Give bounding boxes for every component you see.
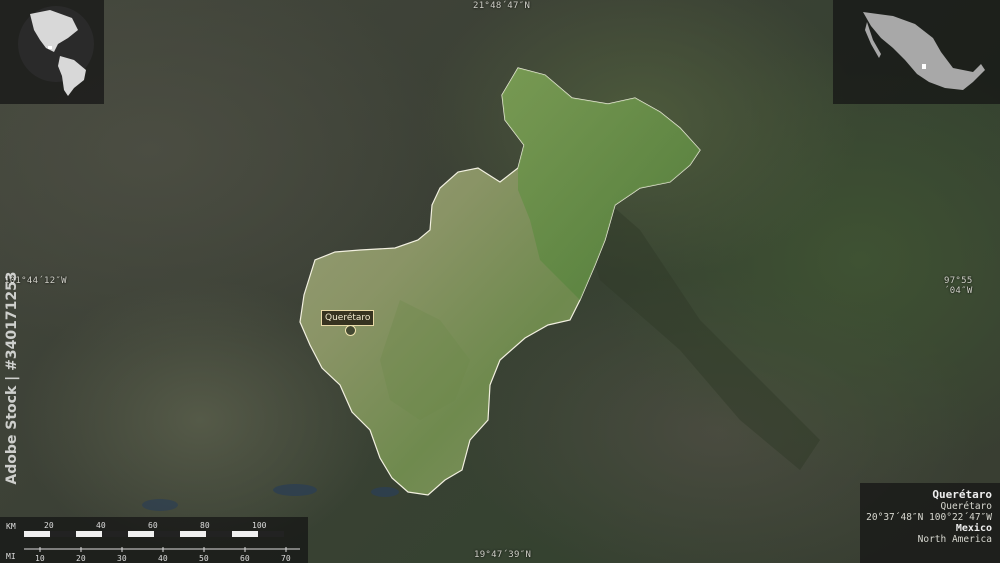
mi-tick-label: 30 xyxy=(117,554,127,563)
lake xyxy=(371,487,399,497)
km-tick-label: 20 xyxy=(44,521,54,530)
globe-americas-icon xyxy=(18,6,94,96)
bottom-latitude-label: 19°47´39″N xyxy=(474,550,532,560)
legend-panel: Querétaro Querétaro 20°37´48″N 100°22´47… xyxy=(860,483,1000,563)
legend-coordinates: 20°37´48″N 100°22´47″W xyxy=(866,512,992,523)
legend-country: Mexico xyxy=(955,523,992,534)
city-label-queretaro: Querétaro xyxy=(321,310,375,326)
top-latitude-label: 21°48´47″N xyxy=(473,1,531,11)
lake xyxy=(273,484,317,496)
mi-tick-label: 40 xyxy=(158,554,168,563)
mi-unit-label: MI xyxy=(6,552,16,561)
globe-inset xyxy=(0,0,104,104)
country-inset xyxy=(833,0,1000,104)
region-highlight-marker xyxy=(922,64,926,69)
scale-bar: KM 20 40 60 80 100 MI 10 20 30 40 50 60 70 xyxy=(0,517,308,563)
km-tick-label: 80 xyxy=(200,521,210,530)
lake xyxy=(142,499,178,511)
mi-tick-label: 50 xyxy=(199,554,209,563)
mexico-outline-icon xyxy=(863,12,985,90)
km-tick-label: 40 xyxy=(96,521,106,530)
mi-tick-label: 60 xyxy=(240,554,250,563)
legend-subtitle: Querétaro xyxy=(940,501,992,512)
km-bar xyxy=(24,531,284,537)
right-longitude-label: 97°55´04″W xyxy=(944,276,973,296)
km-tick-label: 60 xyxy=(148,521,158,530)
km-tick-label: 100 xyxy=(252,521,267,530)
mi-tick-label: 10 xyxy=(35,554,45,563)
mi-tick-label: 20 xyxy=(76,554,86,563)
legend-continent: North America xyxy=(917,534,992,545)
legend-title: Querétaro xyxy=(932,488,992,501)
stock-id-watermark: Adobe Stock | #340171253 xyxy=(4,271,20,485)
km-unit-label: KM xyxy=(6,522,16,531)
city-marker-icon[interactable] xyxy=(345,325,356,336)
mi-tick-label: 70 xyxy=(281,554,291,563)
